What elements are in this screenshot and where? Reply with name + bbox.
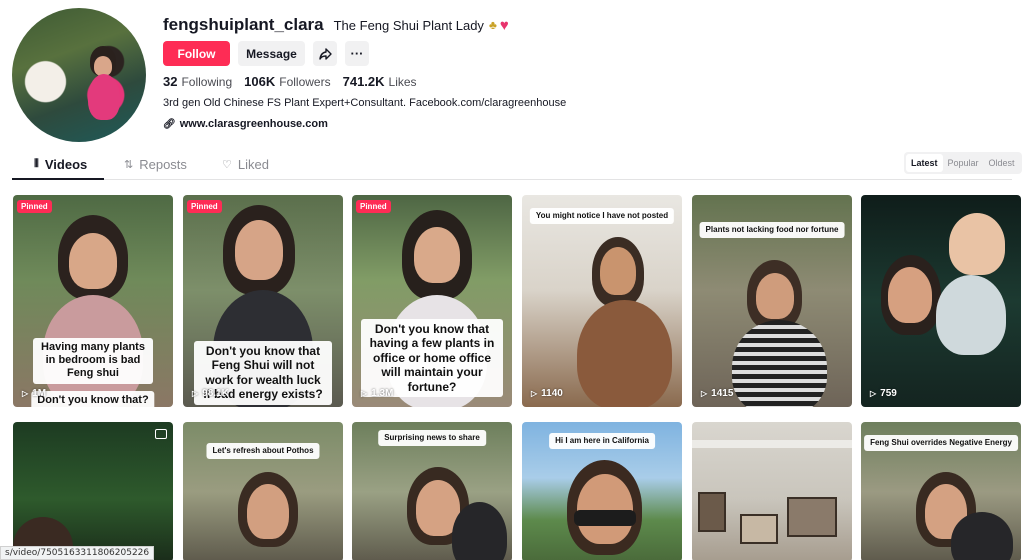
video-caption: Let's refresh about Pothos (206, 443, 320, 459)
video-card[interactable] (692, 422, 852, 560)
pinned-badge: Pinned (356, 200, 391, 213)
video-card[interactable]: Let's refresh about Pothos (183, 422, 343, 560)
video-card[interactable]: Plants not lacking food nor fortune ▷ 141… (692, 195, 852, 407)
tab-videos-label: Videos (44, 157, 88, 172)
sort-toggle: Latest Popular Oldest (904, 152, 1022, 174)
sort-latest[interactable]: Latest (906, 154, 943, 172)
video-card[interactable]: You might notice I have not posted ▷ 1140 (522, 195, 682, 407)
view-count: ▷ 759 (870, 388, 897, 399)
status-bar-url: s/video/7505163311806205226 (0, 546, 155, 560)
view-count-value: 759 (880, 388, 897, 399)
message-button[interactable]: Message (238, 41, 305, 66)
likes-label: Likes (388, 75, 417, 89)
likes-stat: 741.2K Likes (343, 74, 417, 89)
play-icon: ▷ (361, 389, 368, 398)
tab-liked-label: Liked (237, 157, 269, 172)
video-caption: Having many plants in bedroom is bad Fen… (33, 338, 153, 384)
view-count: ▷ 1415 (701, 388, 733, 399)
view-count: ▷ 1M (22, 388, 46, 399)
nickname: The Feng Shui Plant Lady (333, 17, 484, 33)
profile-stats: 32 Following 106K Followers 741.2K Likes (163, 74, 429, 89)
follow-button[interactable]: Follow (163, 41, 230, 66)
video-caption: Surprising news to share (378, 430, 486, 446)
profile-link[interactable]: 🔗︎ www.clarasgreenhouse.com (163, 118, 328, 130)
profile-bio: 3rd gen Old Chinese FS Plant Expert+Cons… (163, 97, 567, 109)
video-caption: Plants not lacking food nor fortune (699, 222, 845, 238)
tab-reposts[interactable]: ⇅ Reposts (124, 157, 187, 172)
pinned-badge: Pinned (17, 200, 52, 213)
video-card[interactable]: Pinned Having many plants in bedroom is … (13, 195, 173, 407)
following-stat[interactable]: 32 Following (163, 74, 232, 89)
video-card[interactable]: Surprising news to share (352, 422, 512, 560)
view-count: ▷ 1140 (531, 388, 563, 399)
liked-heart-icon: ♡ (222, 159, 232, 171)
profile-info: fengshuiplant_clara The Feng Shui Plant … (163, 14, 509, 36)
plant-emoji-icon: ♣ (488, 18, 497, 32)
tab-reposts-label: Reposts (139, 157, 187, 172)
pinned-badge: Pinned (187, 200, 222, 213)
likes-count: 741.2K (342, 74, 385, 89)
following-label: Following (181, 75, 233, 89)
view-count: ▷ 98.1K (192, 388, 229, 399)
play-icon: ▷ (192, 389, 199, 398)
play-icon: ▷ (870, 389, 877, 398)
view-count-value: 1.3M (371, 388, 394, 399)
video-card[interactable]: Pinned Don't you know that Feng Shui wil… (183, 195, 343, 407)
more-options-icon[interactable]: ··· (345, 41, 369, 66)
followers-stat[interactable]: 106K Followers (244, 74, 330, 89)
video-caption: You might notice I have not posted (529, 208, 675, 224)
view-count: ▷ 1.3M (361, 388, 393, 399)
play-icon: ▷ (531, 389, 538, 398)
play-icon: ▷ (22, 389, 29, 398)
profile-actions: Follow Message ··· (163, 41, 369, 66)
video-card[interactable]: ▷ 759 (861, 195, 1021, 407)
profile-tabs: ⦀ Videos ⇅ Reposts ♡ Liked (12, 150, 1012, 180)
repost-icon: ⇅ (124, 159, 134, 171)
video-caption: Hi I am here in California (549, 433, 655, 449)
play-icon: ▷ (701, 389, 708, 398)
profile-link-text[interactable]: www.clarasgreenhouse.com (180, 118, 328, 130)
video-card[interactable]: Feng Shui overrides Negative Energy (861, 422, 1021, 560)
link-icon: 🔗︎ (163, 118, 176, 130)
view-count-value: 1140 (541, 388, 563, 399)
view-count-value: 98.1K (202, 388, 229, 399)
view-count-value: 1415 (711, 388, 734, 399)
profile-avatar[interactable] (12, 8, 146, 142)
photo-carousel-icon (155, 429, 167, 439)
following-count: 32 (163, 74, 178, 89)
share-icon[interactable] (313, 41, 337, 66)
video-card[interactable] (13, 422, 173, 560)
followers-label: Followers (279, 75, 331, 89)
grid-icon: ⦀ (34, 158, 39, 170)
tab-liked[interactable]: ♡ Liked (222, 157, 269, 172)
video-caption: Feng Shui overrides Negative Energy (864, 435, 1018, 451)
view-count-value: 1M (32, 388, 47, 399)
sort-oldest[interactable]: Oldest (984, 154, 1020, 172)
active-tab-indicator (12, 178, 104, 180)
heart-emoji-icon: ♥ (499, 16, 509, 34)
tab-videos[interactable]: ⦀ Videos (34, 157, 87, 172)
followers-count: 106K (244, 74, 276, 89)
username: fengshuiplant_clara (163, 15, 324, 34)
video-caption: Don't you know that having a few plants … (361, 319, 503, 397)
video-card[interactable]: Pinned Don't you know that having a few … (352, 195, 512, 407)
video-card[interactable]: Hi I am here in California (522, 422, 682, 560)
video-caption: Don't you know that? (31, 391, 155, 407)
sort-popular[interactable]: Popular (943, 154, 984, 172)
